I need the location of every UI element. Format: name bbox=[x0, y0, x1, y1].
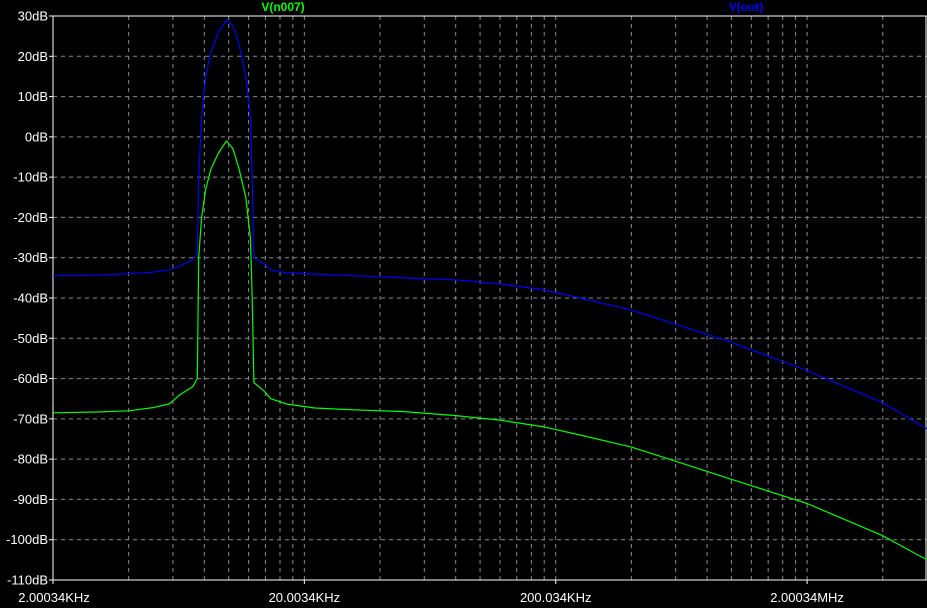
y-tick-label: 0dB bbox=[25, 129, 48, 144]
bode-plot: 30dB 20dB 10dB 0dB -10dB -20dB -30dB -40dB -50dB… bbox=[0, 0, 927, 608]
y-tick-label: -90dB bbox=[13, 492, 48, 507]
legend-label[interactable]: V(n007) bbox=[261, 0, 304, 14]
y-tick-label: -10dB bbox=[13, 170, 48, 185]
y-tick-label: 20dB bbox=[18, 49, 48, 64]
y-tick-label: -40dB bbox=[13, 291, 48, 306]
y-tick-label: -100dB bbox=[6, 532, 48, 547]
plot-background bbox=[0, 0, 927, 608]
y-tick-label: -60dB bbox=[13, 371, 48, 386]
y-tick-label: -80dB bbox=[13, 452, 48, 467]
y-tick-label: -70dB bbox=[13, 411, 48, 426]
y-tick-label: -20dB bbox=[13, 210, 48, 225]
x-tick-label: 200.034KHz bbox=[520, 590, 592, 605]
y-tick-label: 30dB bbox=[18, 9, 48, 24]
y-tick-label: -30dB bbox=[13, 250, 48, 265]
legend-label[interactable]: V(out) bbox=[729, 0, 764, 14]
y-tick-label: -50dB bbox=[13, 331, 48, 346]
x-tick-label: 2.00034KHz bbox=[18, 590, 90, 605]
x-tick-label: 2.00034MHz bbox=[770, 590, 844, 605]
y-tick-label: -110dB bbox=[7, 573, 48, 588]
x-tick-label: 20.0034KHz bbox=[269, 590, 341, 605]
y-tick-label: 10dB bbox=[18, 89, 48, 104]
